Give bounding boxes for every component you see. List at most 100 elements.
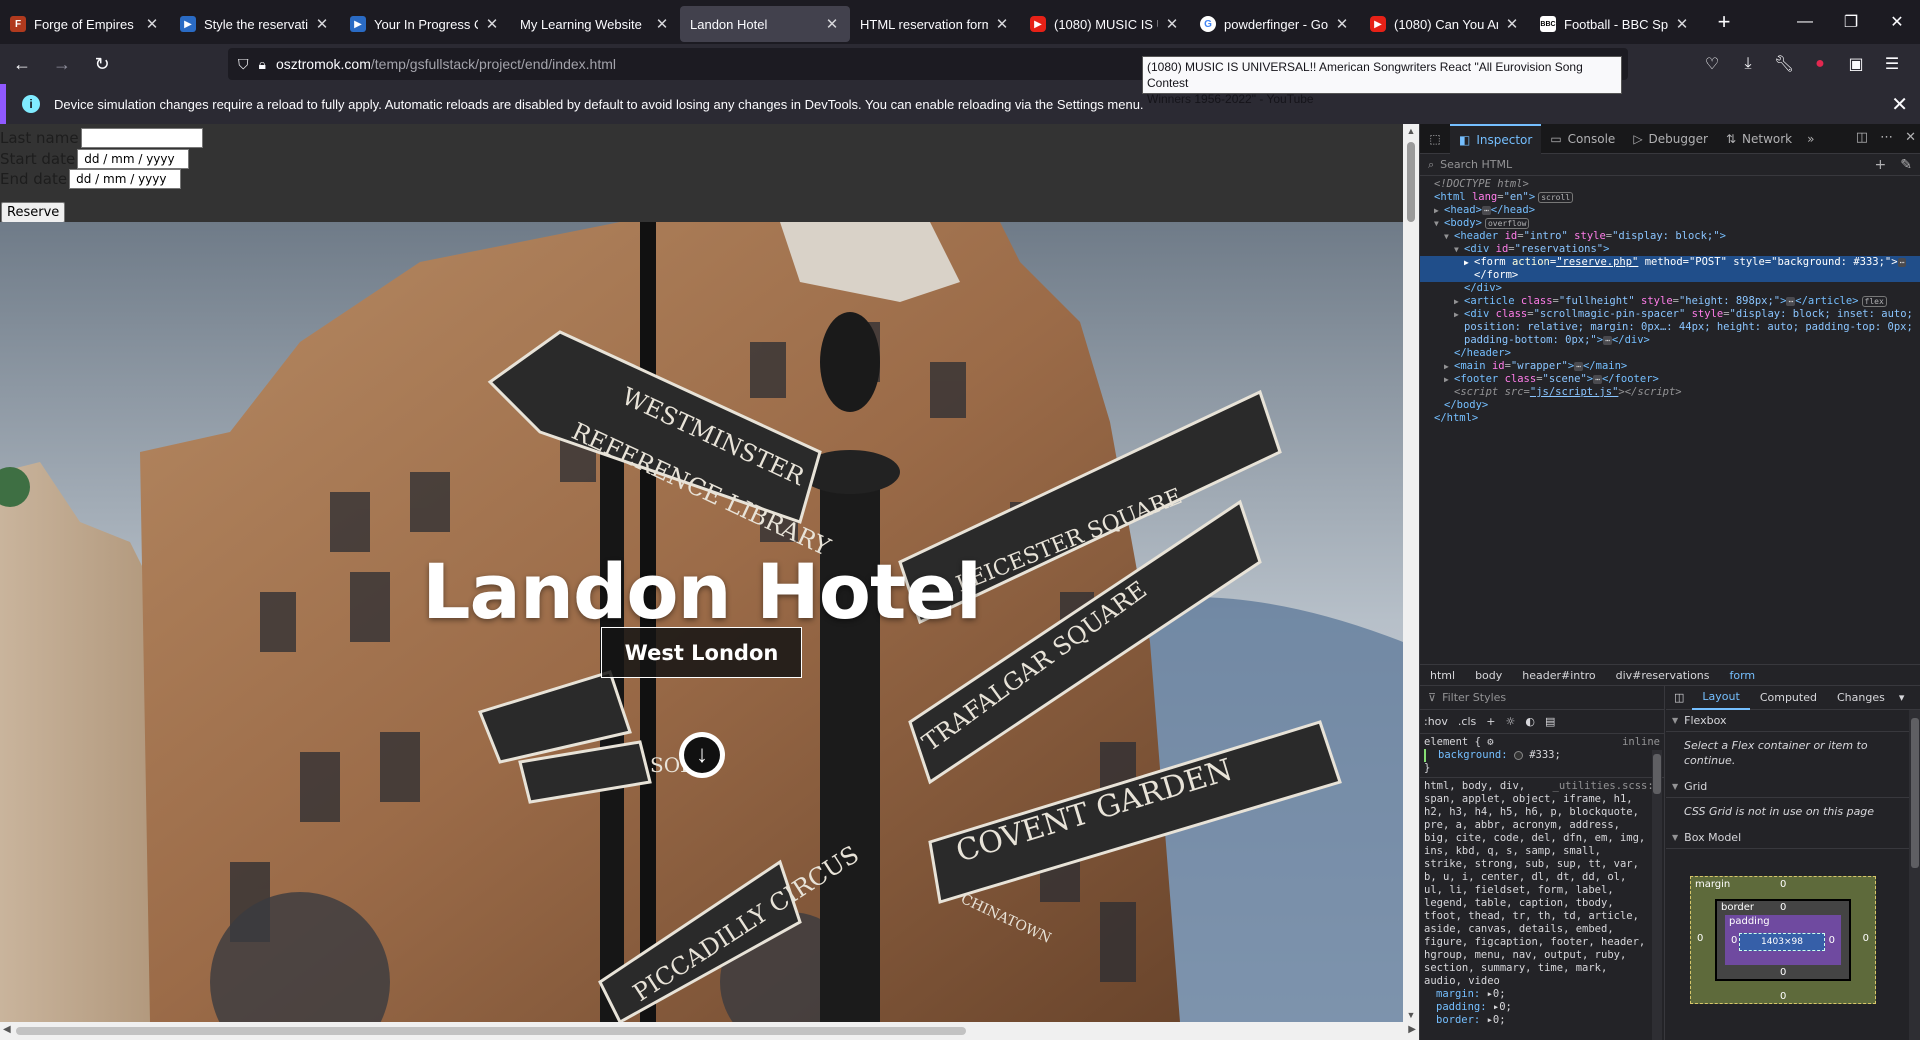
- breadcrumb-item[interactable]: html: [1430, 669, 1455, 682]
- rule-selector[interactable]: html, body, div, span, applet, object, i…: [1424, 780, 1660, 988]
- tab-changes[interactable]: Changes: [1827, 691, 1895, 704]
- shield-icon[interactable]: ⛉: [238, 56, 249, 73]
- browser-tab[interactable]: My Learning Website ✕: [510, 6, 680, 42]
- scroll-down-arrow-icon[interactable]: ▼: [1403, 1010, 1419, 1020]
- browser-tab[interactable]: Landon Hotel ✕: [680, 6, 850, 42]
- property-value[interactable]: 0;: [1499, 1001, 1512, 1013]
- app-menu-icon[interactable]: ☰: [1874, 54, 1910, 74]
- browser-tab[interactable]: ▶ Style the reservations ✕: [170, 6, 340, 42]
- breadcrumb-item-current[interactable]: form: [1730, 669, 1756, 682]
- close-devtools-icon[interactable]: ✕: [1905, 130, 1916, 145]
- toggle-sidebar-icon[interactable]: ◫: [1666, 691, 1692, 704]
- cls-toggle[interactable]: .cls: [1458, 715, 1476, 728]
- margin-bottom-value[interactable]: 0: [1780, 991, 1786, 1002]
- browser-tab[interactable]: F Forge of Empires ✕: [0, 6, 170, 42]
- collapse-triangle-icon[interactable]: ▼: [1444, 230, 1454, 243]
- minimize-button[interactable]: —: [1782, 0, 1828, 44]
- horizontal-scroll-thumb[interactable]: [16, 1027, 966, 1035]
- box-model-margin[interactable]: margin 0 0 0 0 border 0 0 padding 0 0 14…: [1690, 876, 1876, 1004]
- dark-scheme-icon[interactable]: ◐: [1525, 715, 1535, 728]
- scroll-right-arrow-icon[interactable]: ▶: [1408, 1024, 1416, 1035]
- property-name[interactable]: padding:: [1436, 1001, 1487, 1013]
- devtools-wrench-icon[interactable]: 🔧︎: [1766, 54, 1802, 74]
- tab-layout[interactable]: Layout: [1692, 686, 1750, 710]
- flexbox-section-header[interactable]: ▼ Flexbox: [1666, 710, 1920, 732]
- property-name[interactable]: border:: [1436, 1014, 1480, 1026]
- close-tab-icon[interactable]: ✕: [824, 15, 840, 33]
- last-name-input[interactable]: [80, 128, 203, 148]
- layout-scrollbar[interactable]: [1909, 710, 1920, 1040]
- more-tabs-chevron-icon[interactable]: »: [1801, 132, 1820, 146]
- markup-line[interactable]: ▶ <head> ⋯ </head>: [1420, 204, 1920, 217]
- expand-triangle-icon[interactable]: ▶: [1434, 204, 1444, 217]
- start-date-input[interactable]: [77, 149, 190, 169]
- markup-line[interactable]: <!DOCTYPE html>: [1420, 178, 1920, 191]
- pocket-icon[interactable]: ♡: [1694, 54, 1730, 74]
- markup-line[interactable]: </header>: [1420, 347, 1920, 360]
- markup-line[interactable]: ▶ <footer class="scene"> ⋯ </footer>: [1420, 373, 1920, 386]
- new-tab-button[interactable]: +: [1706, 9, 1742, 35]
- reserve-button[interactable]: Reserve: [1, 202, 66, 223]
- browser-tab[interactable]: ▶ Your In Progress Cont ✕: [340, 6, 510, 42]
- screenshot-icon[interactable]: ▣: [1838, 54, 1874, 74]
- restore-button[interactable]: ❐: [1828, 0, 1874, 44]
- margin-top-value[interactable]: 0: [1780, 879, 1786, 890]
- html-search-input[interactable]: Search HTML: [1440, 158, 1512, 171]
- close-tab-icon[interactable]: ✕: [1334, 15, 1350, 33]
- tab-computed[interactable]: Computed: [1750, 691, 1827, 704]
- breadcrumb-item[interactable]: body: [1475, 669, 1502, 682]
- expand-triangle-icon[interactable]: ▶: [1464, 256, 1474, 269]
- light-scheme-icon[interactable]: ☼: [1505, 715, 1515, 728]
- collapse-triangle-icon[interactable]: ▼: [1434, 217, 1444, 230]
- declaration[interactable]: border: ▸0;: [1424, 1014, 1660, 1027]
- margin-right-value[interactable]: 0: [1863, 933, 1869, 944]
- markup-line[interactable]: ▶ <main id="wrapper"> ⋯ </main>: [1420, 360, 1920, 373]
- add-node-icon[interactable]: +: [1875, 157, 1887, 173]
- markup-line[interactable]: ▼ <body> overflow: [1420, 217, 1920, 230]
- browser-tab[interactable]: Gpowderfinger - Goog ✕: [1190, 6, 1360, 42]
- markup-line[interactable]: ▼ <header id="intro" style="display: bloc…: [1420, 230, 1920, 243]
- padding-right-value[interactable]: 0: [1829, 935, 1835, 946]
- add-rule-icon[interactable]: +: [1486, 715, 1495, 728]
- chevron-down-icon[interactable]: ▾: [1895, 691, 1909, 704]
- boxmodel-section-header[interactable]: ▼ Box Model: [1666, 827, 1920, 849]
- tab-inspector[interactable]: ◧ Inspector: [1450, 123, 1542, 154]
- html-search-bar[interactable]: ⌕ Search HTML + ✎: [1420, 154, 1920, 176]
- expand-triangle-icon[interactable]: ▶: [1454, 308, 1464, 321]
- markup-line[interactable]: ▶ <article class="fullheight" style="heig…: [1420, 295, 1920, 308]
- rules-scrollbar[interactable]: [1652, 750, 1662, 1040]
- extension-icon[interactable]: ●: [1802, 55, 1838, 73]
- collapse-triangle-icon[interactable]: ▼: [1454, 243, 1464, 256]
- markup-line-selected[interactable]: ▶ <form action="reserve.php" method="POST…: [1420, 256, 1920, 269]
- scroll-left-arrow-icon[interactable]: ◀: [3, 1024, 11, 1035]
- markup-line[interactable]: </html>: [1420, 412, 1920, 425]
- lock-icon[interactable]: 🔒︎: [259, 56, 266, 73]
- page-vertical-scrollbar[interactable]: ▲ ▼: [1403, 124, 1419, 1022]
- close-window-button[interactable]: ✕: [1874, 0, 1920, 44]
- browser-tab[interactable]: ▶ (1080) Can You Answ ✕: [1360, 6, 1530, 42]
- border-bottom-value[interactable]: 0: [1780, 967, 1786, 978]
- reload-button[interactable]: ↻: [84, 48, 120, 80]
- scroll-down-button[interactable]: ↓: [679, 732, 725, 778]
- rule-selector[interactable]: element {: [1424, 736, 1481, 748]
- close-tab-icon[interactable]: ✕: [484, 15, 500, 33]
- margin-left-value[interactable]: 0: [1697, 933, 1703, 944]
- property-name[interactable]: background:: [1438, 749, 1508, 761]
- close-tab-icon[interactable]: ✕: [994, 15, 1010, 33]
- box-model-border[interactable]: border 0 0 padding 0 0 1403×98: [1715, 899, 1851, 981]
- scroll-up-arrow-icon[interactable]: ▲: [1403, 126, 1419, 136]
- padding-left-value[interactable]: 0: [1731, 935, 1737, 946]
- markup-line[interactable]: </body>: [1420, 399, 1920, 412]
- declaration[interactable]: margin: ▸0;: [1424, 988, 1660, 1001]
- end-date-input[interactable]: [69, 169, 182, 189]
- filter-styles-input[interactable]: ⊽ Filter Styles: [1420, 686, 1664, 710]
- property-value[interactable]: 0;: [1493, 1014, 1506, 1026]
- markup-line[interactable]: ▼ <div id="reservations">: [1420, 243, 1920, 256]
- browser-tab[interactable]: HTML reservation form ✕: [850, 6, 1020, 42]
- border-top-value[interactable]: 0: [1780, 902, 1786, 913]
- element-picker-icon[interactable]: ⬚: [1420, 132, 1450, 146]
- close-tab-icon[interactable]: ✕: [1504, 15, 1520, 33]
- devtools-menu-icon[interactable]: ⋯: [1880, 130, 1893, 145]
- forward-button[interactable]: →: [44, 48, 80, 80]
- grid-section-header[interactable]: ▼ Grid: [1666, 776, 1920, 798]
